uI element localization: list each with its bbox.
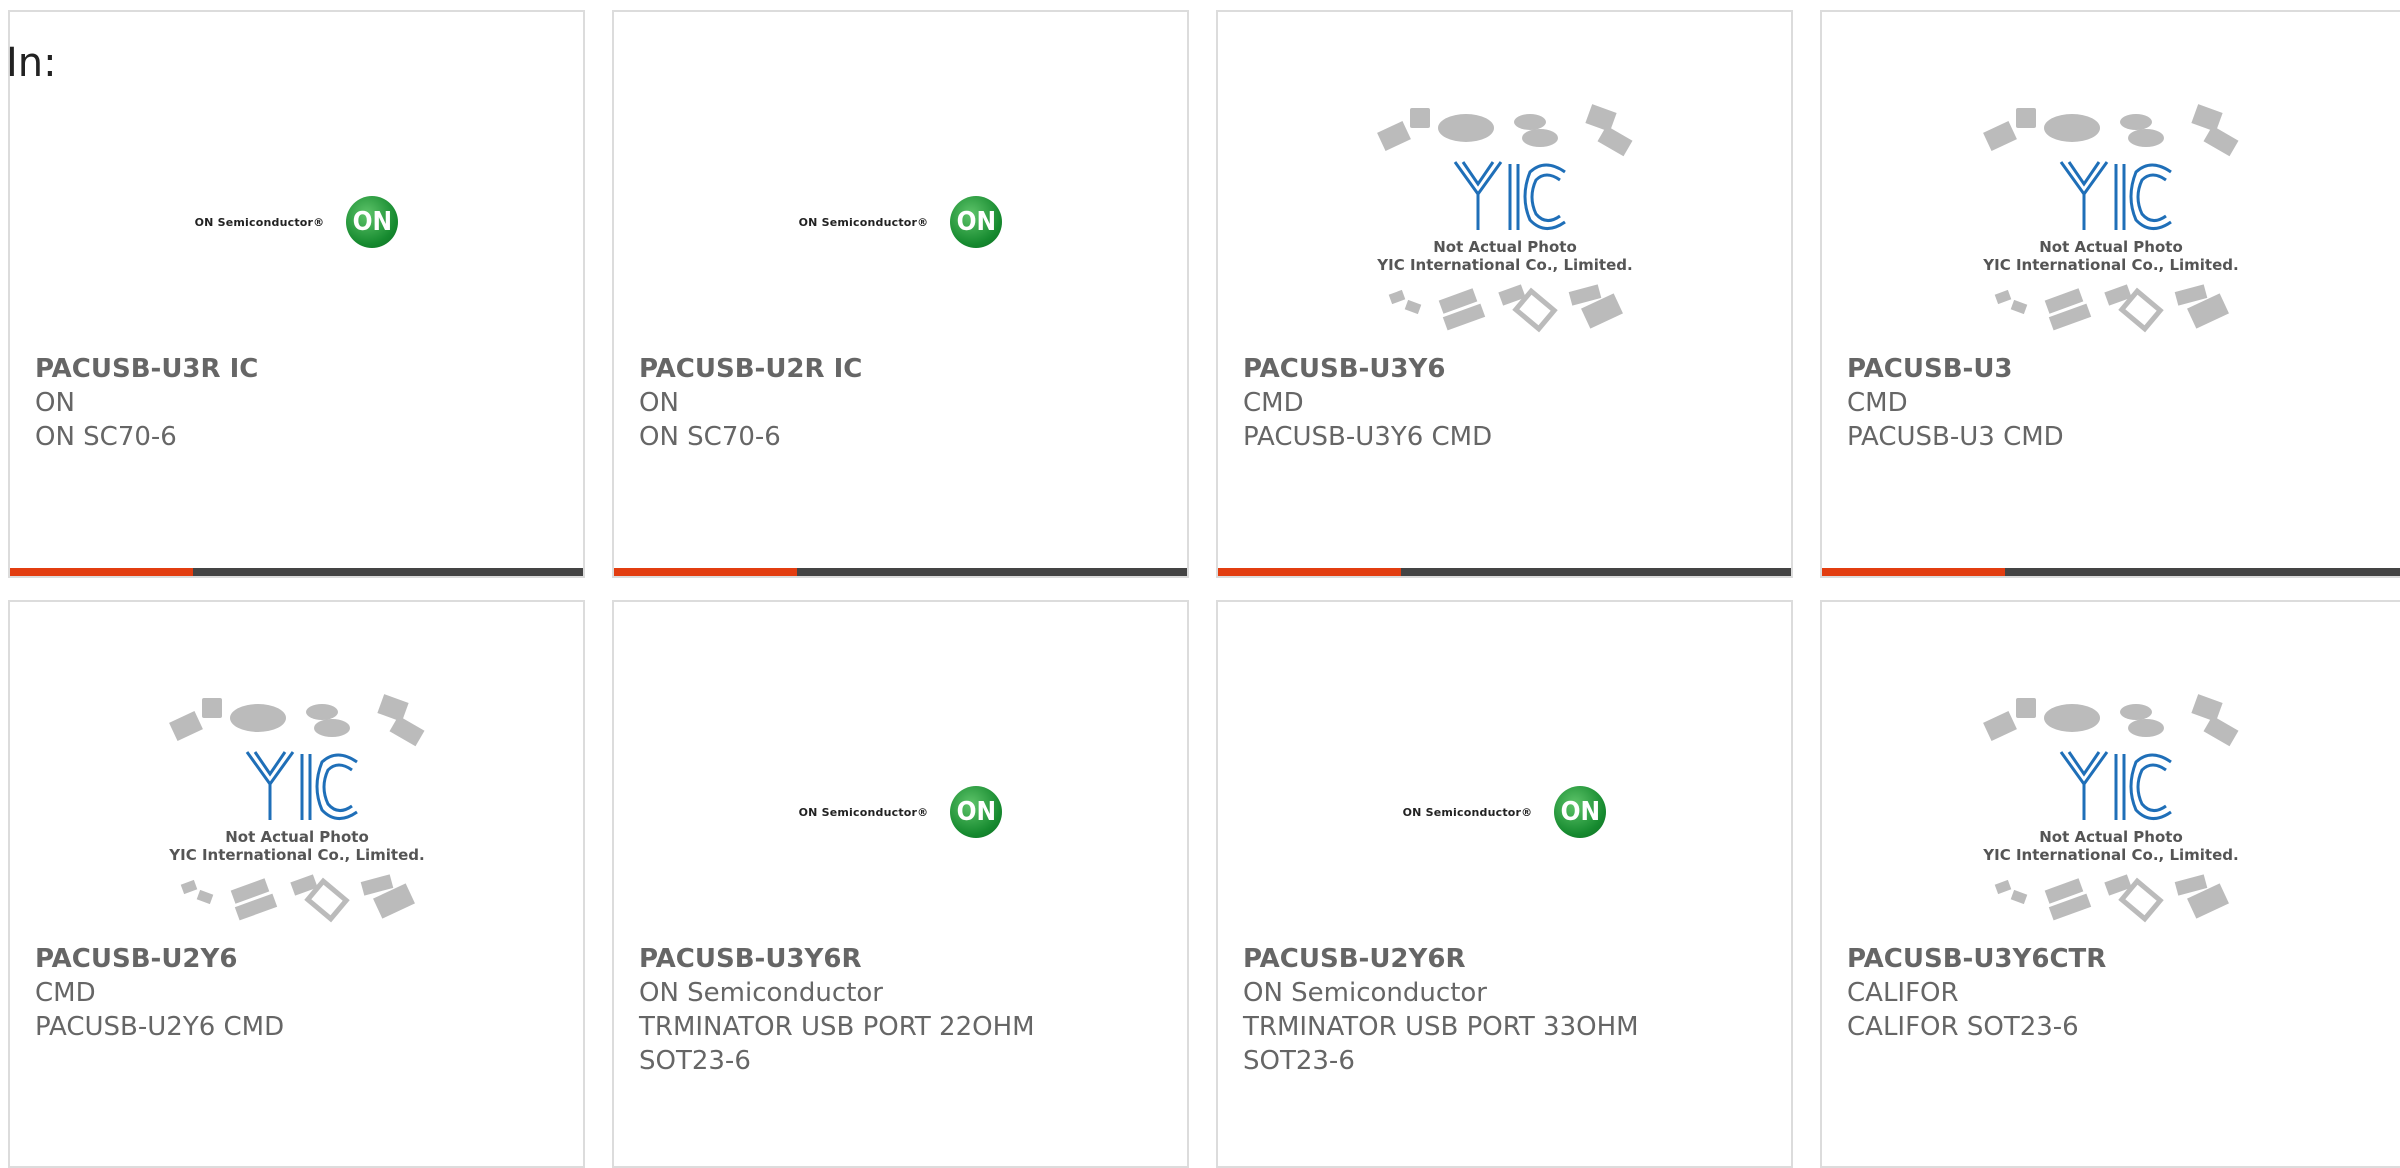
product-package: SOT23-6 <box>1243 1046 1355 1076</box>
product-image[interactable]: Not Actual Photo YIC International Co., … <box>1822 92 2399 352</box>
on-semiconductor-logo-icon: ON Semiconductor® ON <box>195 196 399 248</box>
svg-text:Not Actual Photo: Not Actual Photo <box>2039 238 2183 256</box>
product-manufacturer: CMD <box>1243 388 1304 418</box>
product-description: ON SC70-6 <box>639 422 781 452</box>
product-card[interactable]: Not Actual Photo YIC International Co., … <box>1820 600 2400 1168</box>
product-description: TRMINATOR USB PORT 33OHM <box>1243 1012 1639 1042</box>
on-semiconductor-logo-icon: ON Semiconductor® ON <box>799 196 1003 248</box>
product-description: CALIFOR SOT23-6 <box>1847 1012 2079 1042</box>
product-card[interactable]: Not Actual Photo YIC International Co., … <box>1216 10 1793 578</box>
product-manufacturer: CMD <box>1847 388 1908 418</box>
product-card[interactable]: ON Semiconductor® ON PACUSB-U3Y6R ON Sem… <box>612 600 1189 1168</box>
product-manufacturer: CMD <box>35 978 96 1008</box>
product-manufacturer: ON <box>639 388 679 418</box>
product-title[interactable]: PACUSB-U3 <box>1847 352 2390 386</box>
product-image[interactable]: ON Semiconductor® ON <box>614 92 1187 352</box>
product-grid: ON Semiconductor® ON PACUSB-U3R IC ON ON… <box>0 0 2400 1168</box>
product-image[interactable]: Not Actual Photo YIC International Co., … <box>10 682 583 942</box>
product-card[interactable]: Not Actual Photo YIC International Co., … <box>1820 10 2400 578</box>
card-bottom-bar <box>614 568 1187 576</box>
product-manufacturer: ON Semiconductor <box>1243 978 1487 1008</box>
product-image[interactable]: Not Actual Photo YIC International Co., … <box>1218 92 1791 352</box>
yic-placeholder-icon: Not Actual Photo YIC International Co., … <box>168 694 424 923</box>
product-card[interactable]: ON Semiconductor® ON PACUSB-U3R IC ON ON… <box>8 10 585 578</box>
card-bottom-bar <box>10 568 583 576</box>
card-bottom-bar <box>1218 568 1791 576</box>
product-description: PACUSB-U3Y6 CMD <box>1243 422 1493 452</box>
card-bottom-bar <box>1822 568 2400 576</box>
product-image[interactable]: ON Semiconductor® ON <box>614 682 1187 942</box>
product-image[interactable]: ON Semiconductor® ON <box>1218 682 1791 942</box>
svg-text:YIC International Co., Limited: YIC International Co., Limited. <box>1982 256 2238 274</box>
product-manufacturer: ON Semiconductor <box>639 978 883 1008</box>
product-manufacturer: CALIFOR <box>1847 978 1959 1008</box>
product-package: SOT23-6 <box>639 1046 751 1076</box>
yic-placeholder-icon: Not Actual Photo YIC International Co., … <box>1376 104 1632 333</box>
product-description: PACUSB-U3 CMD <box>1847 422 2064 452</box>
product-description: ON SC70-6 <box>35 422 177 452</box>
svg-text:YIC International Co., Limited: YIC International Co., Limited. <box>1376 256 1632 274</box>
product-card[interactable]: ON Semiconductor® ON PACUSB-U2Y6R ON Sem… <box>1216 600 1793 1168</box>
svg-text:YIC International Co., Limited: YIC International Co., Limited. <box>1982 846 2238 864</box>
product-description: TRMINATOR USB PORT 22OHM <box>639 1012 1035 1042</box>
product-description: PACUSB-U2Y6 CMD <box>35 1012 285 1042</box>
product-title[interactable]: PACUSB-U3Y6 <box>1243 352 1781 386</box>
yic-placeholder-icon: Not Actual Photo YIC International Co., … <box>1982 104 2238 333</box>
product-title[interactable]: PACUSB-U3Y6R <box>639 942 1177 976</box>
svg-text:Not Actual Photo: Not Actual Photo <box>2039 828 2183 846</box>
svg-text:Not Actual Photo: Not Actual Photo <box>225 828 369 846</box>
product-title[interactable]: PACUSB-U3Y6CTR <box>1847 942 2390 976</box>
product-card[interactable]: Not Actual Photo YIC International Co., … <box>8 600 585 1168</box>
svg-text:Not Actual Photo: Not Actual Photo <box>1433 238 1577 256</box>
product-title[interactable]: PACUSB-U2Y6R <box>1243 942 1781 976</box>
on-semiconductor-logo-icon: ON Semiconductor® ON <box>799 786 1003 838</box>
product-title[interactable]: PACUSB-U3R IC <box>35 352 573 386</box>
yic-placeholder-icon: Not Actual Photo YIC International Co., … <box>1982 694 2238 923</box>
product-image[interactable]: ON Semiconductor® ON <box>10 92 583 352</box>
product-manufacturer: ON <box>35 388 75 418</box>
product-image[interactable]: Not Actual Photo YIC International Co., … <box>1822 682 2399 942</box>
on-semiconductor-logo-icon: ON Semiconductor® ON <box>1403 786 1607 838</box>
product-title[interactable]: PACUSB-U2Y6 <box>35 942 573 976</box>
product-title[interactable]: PACUSB-U2R IC <box>639 352 1177 386</box>
product-card[interactable]: ON Semiconductor® ON PACUSB-U2R IC ON ON… <box>612 10 1189 578</box>
section-label: In: <box>6 40 57 86</box>
svg-text:YIC International Co., Limited: YIC International Co., Limited. <box>168 846 424 864</box>
